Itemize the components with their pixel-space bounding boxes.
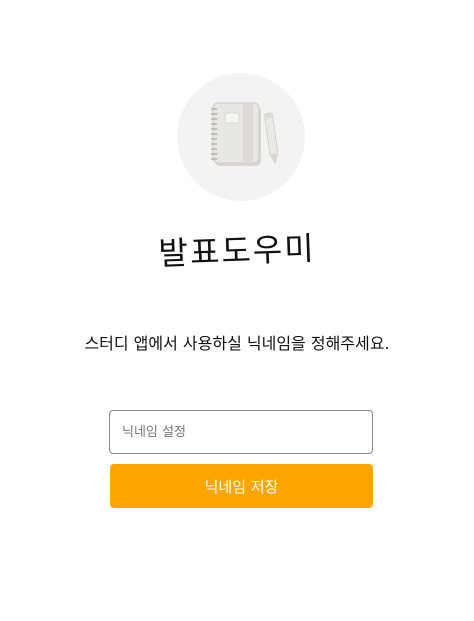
notebook-pen-icon — [211, 102, 279, 166]
instruction-text: 스터디 앱에서 사용하실 닉네임을 정해주세요. — [84, 334, 390, 353]
app-title: 발표도우미 — [157, 229, 317, 273]
save-nickname-button[interactable]: 닉네임 저장 — [110, 464, 373, 508]
app-logo — [177, 73, 305, 201]
nickname-input[interactable] — [109, 410, 373, 454]
